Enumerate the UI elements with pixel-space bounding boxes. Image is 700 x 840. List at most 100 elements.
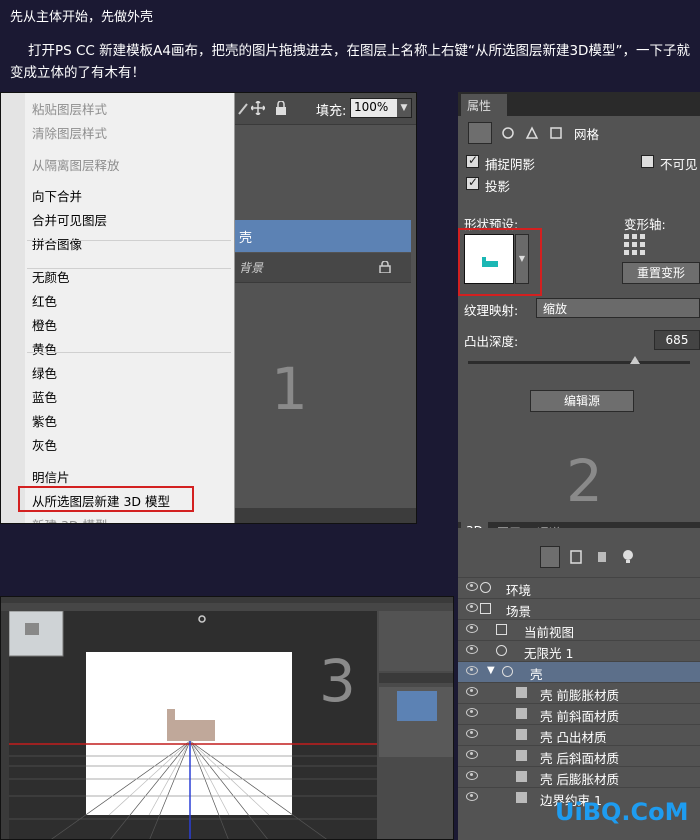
- capture-shadow-checkbox[interactable]: [466, 153, 479, 168]
- highlight-box: [18, 486, 194, 512]
- context-menu: 粘贴图层样式 清除图层样式 从隔离图层释放 向下合并 合并可见图层 拼合图像 无颜色 红色 橙色…: [1, 93, 235, 523]
- eye-icon[interactable]: [466, 666, 478, 675]
- scene-row[interactable]: 壳 凸出材质: [458, 724, 700, 745]
- shape-preset-thumbnail[interactable]: [464, 234, 514, 284]
- menu-item[interactable]: 拼合图像: [32, 234, 82, 253]
- deform-icon[interactable]: [501, 126, 515, 140]
- scene-node-icon: [502, 666, 513, 677]
- scene-row[interactable]: 当前视图: [458, 619, 700, 640]
- scene-filter-icon[interactable]: [540, 546, 560, 568]
- layer-row-shell[interactable]: 壳: [233, 220, 411, 252]
- eye-icon[interactable]: [466, 645, 478, 654]
- 3d-scene-panel: 环境 场景 当前视图 无限光 1 ▼ 壳壳 前膨胀材质壳 前斜面材质壳 凸出材质壳 后斜面…: [458, 528, 700, 840]
- scene-row-label: 壳 后斜面材质: [540, 751, 619, 766]
- menu-item[interactable]: 橙色: [32, 315, 57, 334]
- scene-row-label: 壳 后膨胀材质: [540, 772, 619, 787]
- eye-icon[interactable]: [466, 729, 478, 738]
- light-filter-icon[interactable]: [622, 549, 634, 564]
- scene-row-label: 场景: [506, 604, 532, 619]
- scene-row[interactable]: 壳 后斜面材质: [458, 745, 700, 766]
- tab-properties[interactable]: 属性: [461, 94, 507, 116]
- scene-row-label: 环境: [506, 583, 532, 598]
- 3d-scene-render[interactable]: [9, 611, 377, 840]
- eye-icon[interactable]: [466, 708, 478, 717]
- menu-item[interactable]: 蓝色: [32, 387, 57, 406]
- eye-icon[interactable]: [466, 624, 478, 633]
- panel-3d-workspace: 3: [0, 596, 454, 840]
- scene-row-label: 壳 前斜面材质: [540, 709, 619, 724]
- eye-icon[interactable]: [466, 771, 478, 780]
- menu-item[interactable]: 灰色: [32, 435, 57, 454]
- material-icon: [516, 687, 527, 698]
- axis-grid-icon[interactable]: [624, 234, 646, 256]
- shape-preview-icon: [482, 257, 498, 267]
- coordinates-icon[interactable]: [549, 126, 563, 140]
- scene-node-icon: [496, 645, 507, 656]
- scene-row[interactable]: 场景: [458, 598, 700, 619]
- scene-node-icon: [496, 624, 507, 635]
- eye-icon[interactable]: [466, 792, 478, 801]
- eye-icon[interactable]: [466, 687, 478, 696]
- extrusion-slider-thumb[interactable]: [630, 356, 640, 364]
- scene-row-label: 壳: [530, 667, 543, 682]
- menu-item[interactable]: 无颜色: [32, 267, 70, 286]
- scene-row[interactable]: 壳 后膨胀材质: [458, 766, 700, 787]
- layer-name: 壳: [239, 231, 253, 246]
- move-icon[interactable]: [251, 101, 265, 115]
- menu-item[interactable]: 合并可见图层: [32, 210, 107, 229]
- step-number: 1: [271, 355, 308, 423]
- extrusion-depth-input[interactable]: 685: [654, 330, 700, 350]
- edit-source-button[interactable]: 编辑源: [530, 390, 634, 412]
- capture-shadow-label: 捕捉阴影: [485, 157, 536, 172]
- scene-row[interactable]: ▼ 壳: [458, 661, 700, 682]
- material-icon: [516, 771, 527, 782]
- fill-input[interactable]: 100% ▼: [350, 98, 412, 118]
- scene-row[interactable]: 壳 前斜面材质: [458, 703, 700, 724]
- cast-shadow-label: 投影: [485, 179, 511, 194]
- texture-value: 缩放: [543, 302, 568, 316]
- reset-deform-button[interactable]: 重置变形: [622, 262, 700, 284]
- fill-value: 100%: [354, 100, 389, 114]
- brush-icon[interactable]: [237, 102, 249, 116]
- menu-item: 粘贴图层样式: [32, 102, 108, 117]
- deform-axis-label: 变形轴:: [624, 217, 666, 232]
- eye-icon[interactable]: [466, 603, 478, 612]
- lock-icon[interactable]: [275, 101, 287, 115]
- eye-icon[interactable]: [466, 582, 478, 591]
- scene-row-label: 壳 凸出材质: [540, 730, 607, 745]
- tools-panel: [1, 611, 9, 839]
- layers-bottom-bar: [233, 508, 416, 523]
- layer-name: 背景: [239, 261, 264, 275]
- chevron-down-icon[interactable]: ▼: [515, 234, 529, 284]
- menu-item[interactable]: 红色: [32, 291, 57, 310]
- menu-item: 清除图层样式: [32, 126, 108, 141]
- menu-item: 新建 3D 模型: [32, 515, 108, 523]
- right-panels: [377, 611, 453, 839]
- scene-row[interactable]: 无限光 1: [458, 640, 700, 661]
- extrusion-slider-track[interactable]: [468, 361, 690, 364]
- invisible-checkbox[interactable]: [641, 155, 654, 168]
- scene-row[interactable]: 壳 前膨胀材质: [458, 682, 700, 703]
- menu-item[interactable]: 紫色: [32, 411, 57, 430]
- menu-item[interactable]: 黄色: [32, 339, 57, 358]
- mesh-label: 网格: [574, 127, 600, 142]
- menu-item[interactable]: 向下合并: [32, 186, 82, 205]
- menu-item[interactable]: 明信片: [32, 467, 70, 486]
- material-icon: [516, 792, 527, 803]
- scene-row-label: 当前视图: [524, 625, 575, 640]
- menu-item[interactable]: 绿色: [32, 363, 57, 382]
- cap-icon[interactable]: [525, 126, 539, 140]
- scene-row[interactable]: 环境: [458, 577, 700, 598]
- cast-shadow-checkbox[interactable]: [466, 175, 479, 190]
- options-bar: [1, 603, 453, 611]
- expand-triangle-icon[interactable]: ▼: [487, 665, 495, 676]
- material-filter-icon[interactable]: [596, 550, 608, 564]
- watermark-logo: UiBQ.CoM: [555, 798, 689, 826]
- eye-icon[interactable]: [466, 750, 478, 759]
- chevron-down-icon[interactable]: ▼: [397, 99, 411, 117]
- scene-node-icon: [480, 582, 491, 593]
- mesh-tool-icon[interactable]: [468, 122, 492, 144]
- mesh-filter-icon[interactable]: [570, 550, 582, 564]
- material-icon: [516, 729, 527, 740]
- texture-map-select[interactable]: 缩放: [536, 298, 700, 318]
